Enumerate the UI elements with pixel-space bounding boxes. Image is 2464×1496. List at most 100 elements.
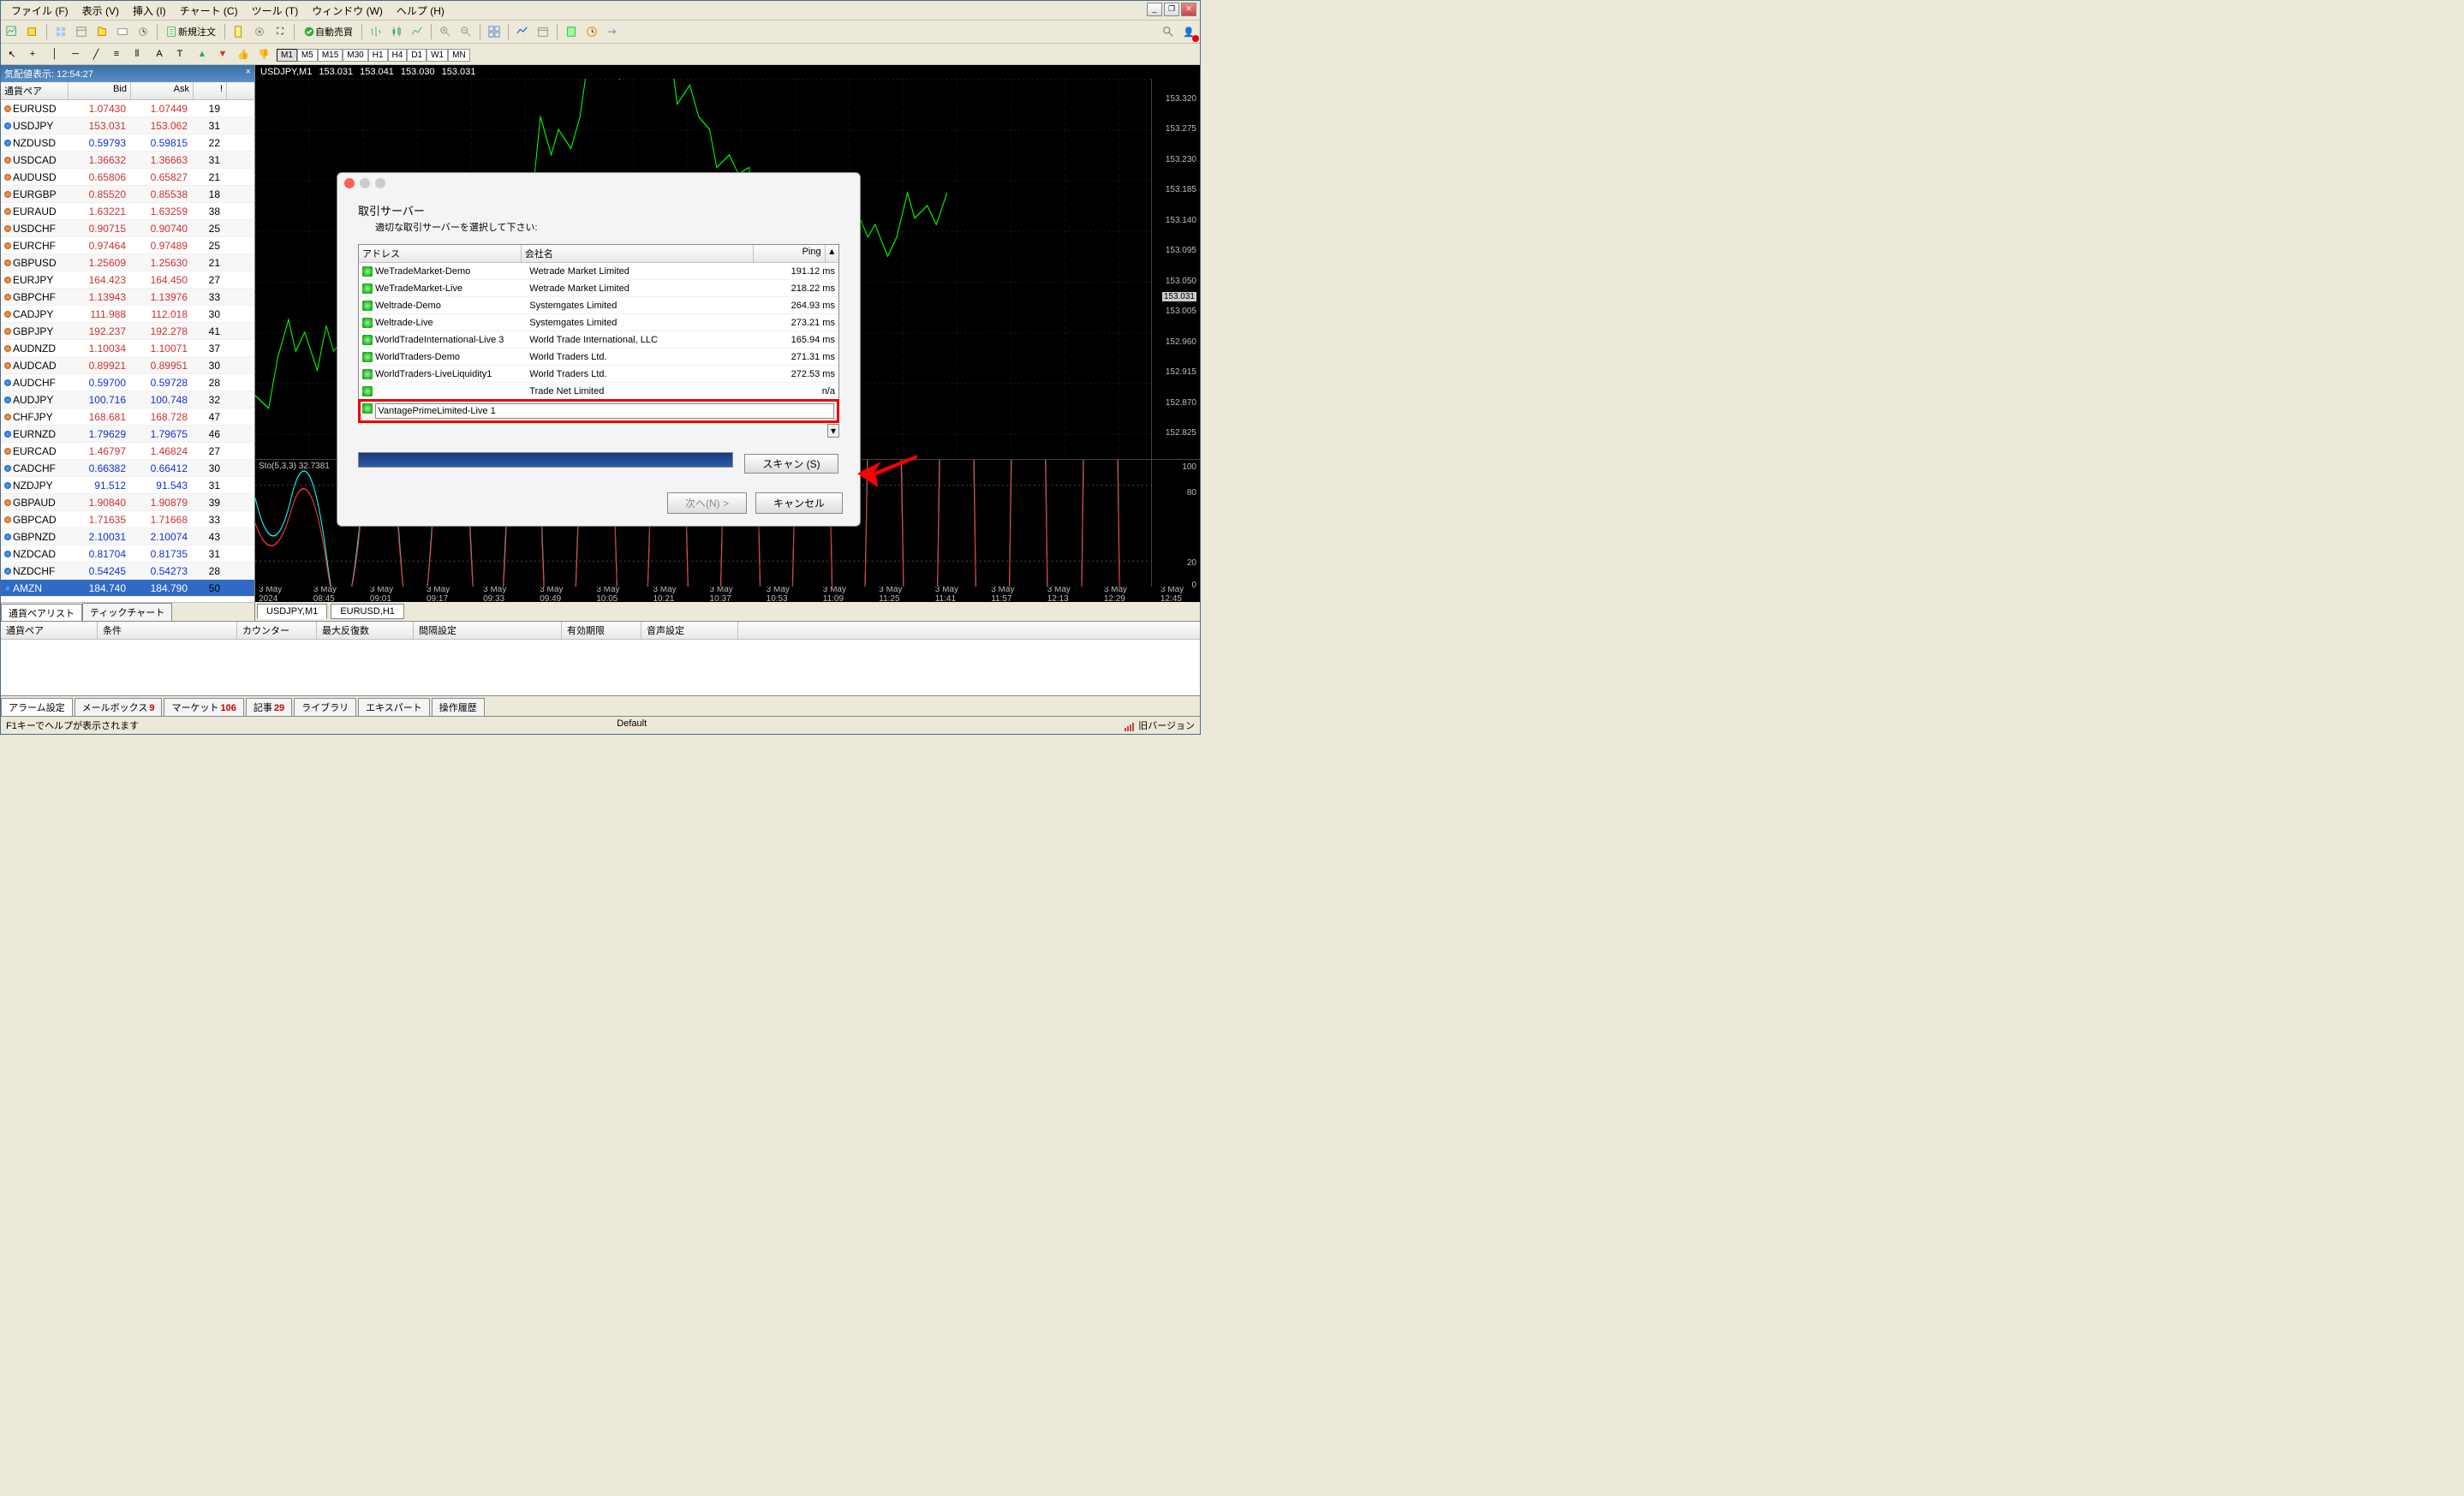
tab-tick-chart[interactable]: ティックチャート — [82, 603, 172, 621]
next-button[interactable]: 次へ(N) > — [667, 492, 747, 514]
col-company[interactable]: 会社名 — [522, 245, 754, 262]
symbol-row[interactable]: EURGBP0.855200.8553818 — [1, 186, 254, 203]
symbol-row[interactable]: GBPAUD1.908401.9087939 — [1, 494, 254, 511]
zoom-in-icon[interactable] — [436, 22, 455, 41]
col-address[interactable]: アドレス — [359, 245, 522, 262]
scan-button[interactable]: スキャン (S) — [744, 454, 838, 474]
server-list[interactable]: アドレス 会社名 Ping ▴ WeTradeMarket-DemoWetrad… — [358, 244, 839, 401]
strategy-tester-icon[interactable] — [134, 22, 152, 41]
cancel-button[interactable]: キャンセル — [755, 492, 843, 514]
server-row[interactable]: WorldTraders-LiveLiquidity1World Traders… — [359, 366, 838, 383]
server-row[interactable]: Weltrade-LiveSystemgates Limited273.21 m… — [359, 314, 838, 331]
terminal-col[interactable]: 通貨ペア — [1, 622, 98, 639]
timeframe-M1[interactable]: M1 — [277, 49, 297, 62]
symbol-row[interactable]: CHFJPY168.681168.72847 — [1, 408, 254, 426]
tile-windows-icon[interactable] — [485, 22, 504, 41]
chart-tab[interactable]: USDJPY,M1 — [257, 604, 327, 619]
terminal-tab[interactable]: 操作履歴 — [432, 698, 485, 716]
tab-symbols[interactable]: 通貨ペアリスト — [1, 604, 82, 621]
symbol-row[interactable]: AUDJPY100.716100.74832 — [1, 391, 254, 408]
arrow-down-icon[interactable]: ▼ — [213, 45, 232, 63]
timeframe-MN[interactable]: MN — [448, 49, 470, 62]
symbol-row[interactable]: CADJPY111.988112.01830 — [1, 306, 254, 323]
alert-icon[interactable]: 👤 — [1179, 22, 1198, 41]
minimize-button[interactable]: _ — [1147, 3, 1162, 16]
symbol-row[interactable]: AUDUSD0.658060.6582721 — [1, 169, 254, 186]
menu-item[interactable]: ヘルプ (H) — [390, 2, 451, 20]
terminal-icon[interactable] — [113, 22, 132, 41]
search-icon[interactable] — [1159, 22, 1178, 41]
indicators-icon[interactable] — [513, 22, 532, 41]
terminal-tab[interactable]: メールボックス9 — [75, 698, 163, 716]
menu-item[interactable]: 表示 (V) — [75, 2, 126, 20]
col-symbol[interactable]: 通貨ペア — [1, 82, 69, 99]
vline-icon[interactable]: │ — [45, 45, 64, 63]
symbol-row[interactable]: GBPUSD1.256091.2563021 — [1, 254, 254, 271]
terminal-col[interactable]: カウンター — [237, 622, 317, 639]
symbol-row[interactable]: NZDCAD0.817040.8173531 — [1, 545, 254, 563]
symbol-row[interactable]: AMZN184.740184.79050 — [1, 580, 254, 597]
symbol-row[interactable]: GBPJPY192.237192.27841 — [1, 323, 254, 340]
dropdown-icon[interactable]: ▾ — [827, 424, 839, 438]
autoscroll-icon[interactable] — [603, 22, 622, 41]
terminal-tab[interactable]: マーケット106 — [164, 698, 243, 716]
options-icon[interactable] — [250, 22, 269, 41]
symbol-row[interactable]: GBPNZD2.100312.1007443 — [1, 528, 254, 545]
col-ping[interactable]: Ping — [754, 245, 826, 262]
text-icon[interactable]: A — [150, 45, 169, 63]
shift-chart-icon[interactable] — [582, 22, 601, 41]
profiles-icon[interactable] — [23, 22, 42, 41]
server-row[interactable]: Trade Net Limitedn/a — [359, 383, 838, 400]
server-row[interactable]: WeTradeMarket-LiveWetrade Market Limited… — [359, 280, 838, 297]
label-icon[interactable]: T — [170, 45, 189, 63]
symbol-row[interactable]: USDCAD1.366321.3666331 — [1, 152, 254, 169]
autotrade-button[interactable]: 自動売買 — [299, 22, 357, 41]
terminal-col[interactable]: 音声設定 — [641, 622, 738, 639]
menu-item[interactable]: チャート (C) — [173, 2, 245, 20]
thumb-down-icon[interactable]: 👎 — [254, 45, 273, 63]
metaeditor-icon[interactable] — [230, 22, 248, 41]
symbol-row[interactable]: NZDJPY91.51291.54331 — [1, 477, 254, 494]
terminal-col[interactable]: 間隔設定 — [414, 622, 562, 639]
new-chart-icon[interactable] — [3, 22, 21, 41]
symbol-row[interactable]: EURJPY164.423164.45027 — [1, 271, 254, 289]
market-watch-body[interactable]: EURUSD1.074301.0744919USDJPY153.031153.0… — [1, 100, 254, 602]
terminal-col[interactable]: 条件 — [98, 622, 237, 639]
cursor-icon[interactable]: ↖ — [3, 45, 21, 63]
candle-chart-icon[interactable] — [387, 22, 406, 41]
new-order-button[interactable]: 新規注文 — [162, 22, 220, 41]
symbol-row[interactable]: CADCHF0.663820.6641230 — [1, 460, 254, 477]
symbol-row[interactable]: AUDCHF0.597000.5972828 — [1, 374, 254, 391]
fibo-icon[interactable]: ⦀ — [128, 45, 146, 63]
server-address-input[interactable] — [375, 403, 834, 419]
arrow-up-icon[interactable]: ▲ — [193, 45, 212, 63]
symbol-row[interactable]: EURUSD1.074301.0744919 — [1, 100, 254, 117]
server-row[interactable]: WorldTradeInternational-Live 3World Trad… — [359, 331, 838, 349]
terminal-tab[interactable]: ライブラリ — [294, 698, 356, 716]
trendline-icon[interactable]: ╱ — [87, 45, 105, 63]
terminal-col[interactable]: 有効期限 — [562, 622, 641, 639]
timeframe-H4[interactable]: H4 — [388, 49, 408, 62]
symbol-row[interactable]: EURAUD1.632211.6325938 — [1, 203, 254, 220]
symbol-row[interactable]: GBPCHF1.139431.1397633 — [1, 289, 254, 306]
symbol-row[interactable]: AUDCAD0.899210.8995130 — [1, 357, 254, 374]
symbol-row[interactable]: NZDCHF0.542450.5427328 — [1, 563, 254, 580]
symbol-row[interactable]: USDJPY153.031153.06231 — [1, 117, 254, 134]
close-dot-icon[interactable] — [344, 178, 355, 188]
fullscreen-icon[interactable]: ⛶ — [271, 22, 289, 41]
chart-tab[interactable]: EURUSD,H1 — [331, 604, 404, 619]
timeframe-D1[interactable]: D1 — [407, 49, 427, 62]
close-icon[interactable]: × — [246, 67, 251, 80]
symbol-row[interactable]: AUDNZD1.100341.1007137 — [1, 340, 254, 357]
col-bid[interactable]: Bid — [69, 82, 131, 99]
terminal-tab[interactable]: 記事29 — [246, 698, 292, 716]
channel-icon[interactable]: ≡ — [107, 45, 126, 63]
data-window-icon[interactable] — [72, 22, 91, 41]
zoom-out-icon[interactable] — [456, 22, 475, 41]
scroll-up-icon[interactable]: ▴ — [826, 245, 838, 262]
col-spread[interactable]: ! — [194, 82, 227, 99]
menu-item[interactable]: ファイル (F) — [4, 2, 75, 20]
terminal-col[interactable]: 最大反復数 — [317, 622, 414, 639]
symbol-row[interactable]: EURCAD1.467971.4682427 — [1, 443, 254, 460]
navigator-icon[interactable] — [92, 22, 111, 41]
